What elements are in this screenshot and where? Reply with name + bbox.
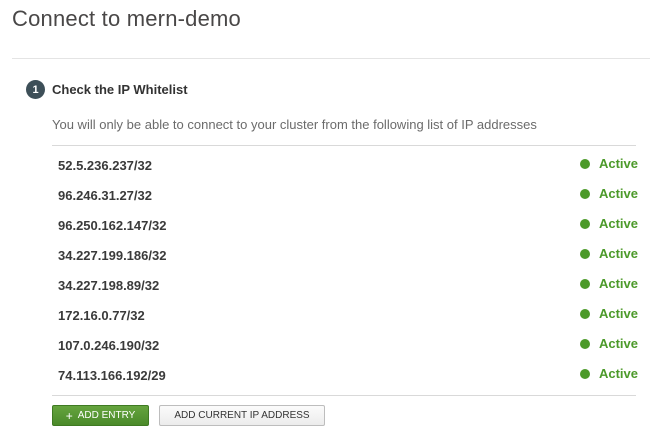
ip-row: 74.113.166.192/29 Active bbox=[52, 360, 638, 390]
status-dot-icon bbox=[579, 278, 590, 289]
add-current-ip-button[interactable]: Add Current IP Address bbox=[159, 405, 325, 426]
status-dot-icon bbox=[579, 338, 590, 349]
page-title: Connect to mern-demo bbox=[12, 6, 241, 31]
status-text: Active bbox=[598, 156, 638, 171]
title-divider bbox=[12, 58, 650, 59]
step-header: 1 Check the IP Whitelist bbox=[26, 80, 188, 99]
status-dot-icon bbox=[579, 308, 590, 319]
status-text: Active bbox=[598, 366, 638, 381]
ip-status: Active bbox=[579, 276, 638, 291]
ip-row: 172.16.0.77/32 Active bbox=[52, 300, 638, 330]
status-dot-icon bbox=[579, 248, 590, 259]
ip-address: 52.5.236.237/32 bbox=[58, 158, 152, 173]
ip-status: Active bbox=[579, 306, 638, 321]
ip-address: 96.246.31.27/32 bbox=[58, 188, 152, 203]
list-bottom-divider bbox=[52, 395, 636, 396]
ip-row: 96.250.162.147/32 Active bbox=[52, 210, 638, 240]
status-dot-icon bbox=[579, 218, 590, 229]
ip-address: 34.227.199.186/32 bbox=[58, 248, 167, 263]
ip-row: 107.0.246.190/32 Active bbox=[52, 330, 638, 360]
list-top-divider bbox=[52, 145, 636, 146]
status-text: Active bbox=[598, 336, 638, 351]
ip-row: 52.5.236.237/32 Active bbox=[52, 150, 638, 180]
ip-address: 34.227.198.89/32 bbox=[58, 278, 160, 293]
ip-address: 74.113.166.192/29 bbox=[58, 368, 166, 383]
ip-address: 172.16.0.77/32 bbox=[58, 308, 145, 323]
ip-status: Active bbox=[579, 366, 638, 381]
plus-icon: + bbox=[65, 408, 73, 423]
ip-status: Active bbox=[579, 186, 638, 201]
ip-row: 34.227.198.89/32 Active bbox=[52, 270, 638, 300]
add-entry-label: Add Entry bbox=[77, 410, 136, 421]
ip-row: 96.246.31.27/32 Active bbox=[52, 180, 638, 210]
ip-address: 96.250.162.147/32 bbox=[58, 218, 167, 233]
status-text: Active bbox=[598, 276, 638, 291]
ip-row: 34.227.199.186/32 Active bbox=[52, 240, 638, 270]
status-text: Active bbox=[598, 216, 638, 231]
step-description: You will only be able to connect to your… bbox=[52, 117, 537, 132]
status-text: Active bbox=[598, 306, 638, 321]
status-dot-icon bbox=[579, 368, 590, 379]
status-dot-icon bbox=[579, 188, 590, 199]
status-text: Active bbox=[598, 246, 638, 261]
step-title: Check the IP Whitelist bbox=[52, 82, 188, 97]
add-current-ip-label: Add Current IP Address bbox=[174, 410, 310, 421]
ip-status: Active bbox=[579, 336, 638, 351]
ip-status: Active bbox=[579, 156, 638, 171]
ip-status: Active bbox=[579, 246, 638, 261]
status-dot-icon bbox=[579, 158, 590, 169]
add-entry-button[interactable]: + Add Entry bbox=[52, 405, 149, 426]
ip-whitelist: 52.5.236.237/32 Active 96.246.31.27/32 A… bbox=[52, 150, 638, 390]
status-text: Active bbox=[598, 186, 638, 201]
ip-status: Active bbox=[579, 216, 638, 231]
step-number-badge: 1 bbox=[26, 80, 45, 99]
ip-address: 107.0.246.190/32 bbox=[58, 338, 160, 353]
